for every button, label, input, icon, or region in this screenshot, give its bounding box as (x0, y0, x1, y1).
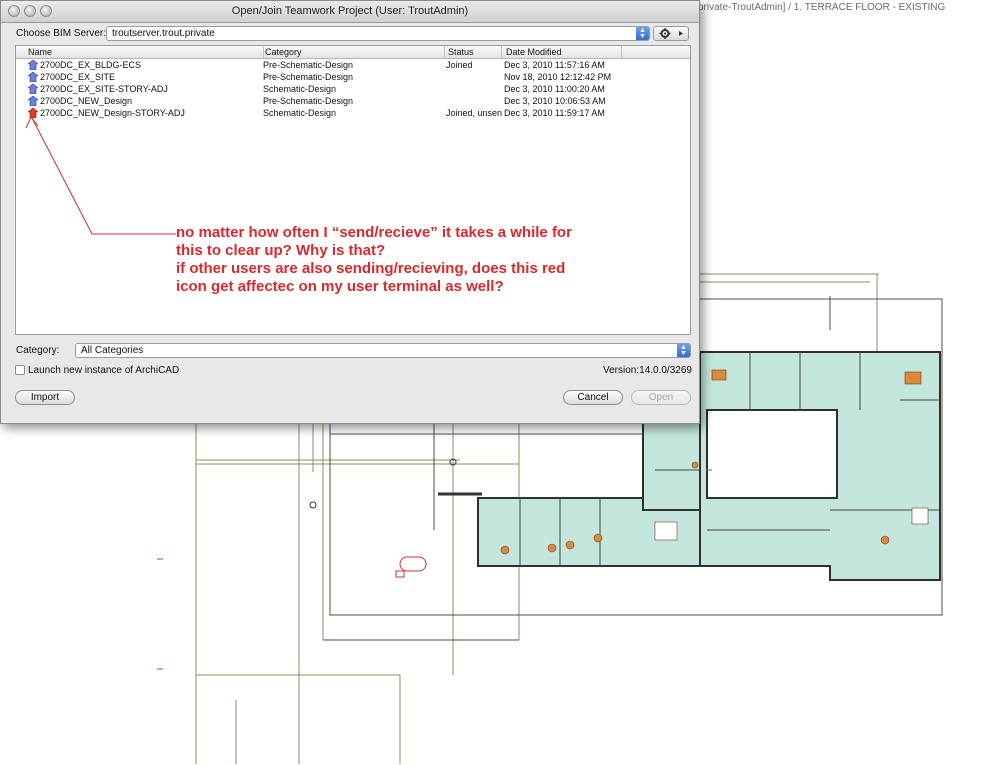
chevron-right-icon (679, 31, 683, 36)
misc-symbols (309, 458, 482, 578)
open-join-teamwork-dialog: Open/Join Teamwork Project (User: TroutA… (0, 0, 700, 424)
background-window-title: private-TroutAdmin] / 1. TERRACE FLOOR -… (698, 2, 946, 13)
unsent-changes-red-icon (28, 108, 38, 118)
bim-server-select[interactable]: troutserver.trout.private ▲ ▼ (106, 26, 650, 41)
annotation-line: no matter how often I “send/recieve” it … (176, 224, 572, 241)
teamwork-project-icon (28, 60, 38, 70)
open-button[interactable]: Open (631, 390, 691, 405)
category-value: All Categories (81, 345, 144, 356)
column-header-status[interactable]: Status (444, 46, 502, 58)
teamwork-project-icon (28, 72, 38, 82)
annotation-text: no matter how often I “send/recieve” it … (176, 224, 636, 296)
category-label: Category: (16, 345, 60, 356)
gear-icon (659, 28, 683, 39)
project-name: 2700DC_EX_SITE-STORY-ADJ (40, 84, 168, 94)
project-status: Joined (446, 60, 473, 70)
project-name: 2700DC_NEW_Design (40, 96, 133, 106)
table-row[interactable]: 2700DC_EX_SITE-STORY-ADJ Schematic-Desig… (16, 83, 690, 95)
project-name: 2700DC_EX_BLDG-ECS (40, 60, 142, 70)
import-button[interactable]: Import (15, 390, 75, 405)
column-header-category[interactable]: Category (261, 46, 445, 58)
launch-new-instance-checkbox[interactable] (15, 365, 25, 375)
teamwork-project-icon (28, 84, 38, 94)
version-text: Version:14.0.0/3269 (603, 365, 692, 376)
project-date: Dec 3, 2010 11:59:17 AM (504, 108, 605, 118)
project-date: Dec 3, 2010 11:00:20 AM (504, 84, 605, 94)
project-name: 2700DC_NEW_Design-STORY-ADJ (40, 108, 185, 118)
annotation-line: if other users are also sending/recievin… (176, 260, 566, 277)
server-settings-button[interactable] (653, 26, 689, 41)
project-status: Joined, unsen (446, 108, 502, 118)
teamwork-project-icon (28, 96, 38, 106)
dialog-titlebar: Open/Join Teamwork Project (User: TroutA… (1, 1, 699, 23)
courtyard (706, 409, 838, 499)
column-header-name[interactable]: Name (24, 46, 264, 58)
table-header: Name Category Status Date Modified (16, 46, 690, 59)
project-category: Pre-Schematic-Design (263, 72, 354, 82)
launch-new-instance-label: Launch new instance of ArchiCAD (28, 365, 180, 376)
table-row[interactable]: 2700DC_EX_BLDG-ECS Pre-Schematic-Design … (16, 59, 690, 71)
project-date: Dec 3, 2010 11:57:16 AM (504, 60, 605, 70)
annotation-line: icon get affectec on my user terminal as… (176, 278, 504, 295)
project-name: 2700DC_EX_SITE (40, 72, 116, 82)
project-category: Schematic-Design (263, 84, 337, 94)
dialog-title: Open/Join Teamwork Project (User: TroutA… (231, 5, 469, 17)
cancel-button[interactable]: Cancel (563, 390, 623, 405)
bim-server-label: Choose BIM Server: (16, 28, 107, 39)
project-category: Pre-Schematic-Design (263, 96, 354, 106)
column-header-date[interactable]: Date Modified (502, 46, 622, 58)
table-row[interactable]: 2700DC_NEW_Design Pre-Schematic-Design D… (16, 95, 690, 107)
table-row[interactable]: 2700DC_EX_SITE Pre-Schematic-Design Nov … (16, 71, 690, 83)
project-date: Nov 18, 2010 12:12:42 PM (504, 72, 612, 82)
project-category: Schematic-Design (263, 108, 337, 118)
project-date: Dec 3, 2010 10:06:53 AM (504, 96, 606, 106)
annotation-line: this to clear up? Why is that? (176, 242, 386, 259)
project-category: Pre-Schematic-Design (263, 60, 354, 70)
bim-server-value: troutserver.trout.private (112, 28, 215, 39)
select-arrows-icon: ▲ ▼ (636, 27, 649, 40)
table-row[interactable]: 2700DC_NEW_Design-STORY-ADJ Schematic-De… (16, 107, 690, 119)
category-select[interactable]: All Categories ▲ ▼ (75, 343, 691, 358)
select-arrows-icon: ▲ ▼ (677, 344, 690, 357)
